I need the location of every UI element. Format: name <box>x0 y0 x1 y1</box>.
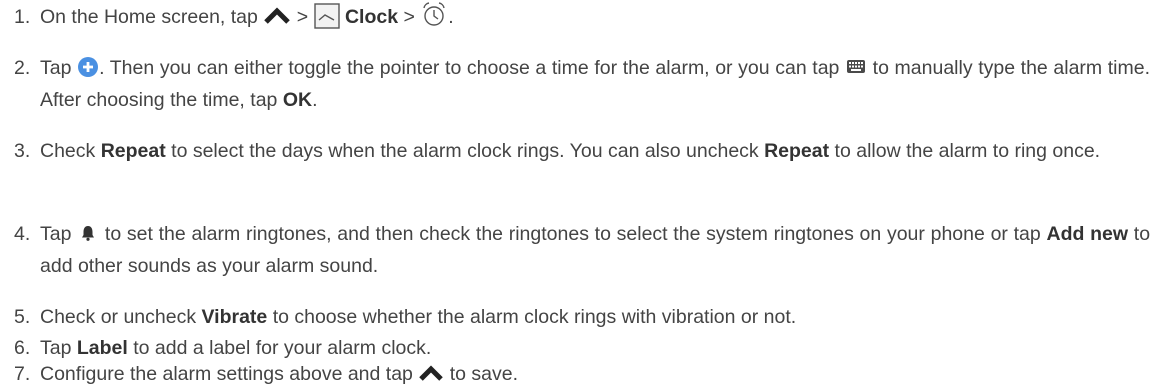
text-run: > <box>296 6 309 28</box>
step-text: Configure the alarm settings above and t… <box>40 358 1150 390</box>
text-run: Check <box>40 140 96 162</box>
bold-term: Vibrate <box>201 306 268 328</box>
text-run: to choose whether the alarm clock rings … <box>272 306 797 328</box>
step-2: 2. Tap . Then you can either toggle the … <box>0 52 1150 116</box>
step-text: Tap . Then you can either toggle the poi… <box>40 52 1150 116</box>
step-number: 4. <box>14 223 31 245</box>
bold-term: Label <box>76 337 128 359</box>
text-run: > <box>403 6 415 28</box>
text-run: Tap <box>40 223 72 245</box>
text-run: to set the alarm ringtones, and then che… <box>104 223 1041 245</box>
step-number: 3. <box>14 140 31 162</box>
bold-term: Repeat <box>100 140 166 162</box>
step-number: 5. <box>14 306 31 328</box>
bold-term: Add new <box>1046 223 1129 245</box>
chevron-up-icon <box>263 6 291 26</box>
text-run: Configure the alarm settings above and t… <box>40 363 413 385</box>
text-run: . Then you can either toggle the pointer… <box>99 57 840 79</box>
text-run: to add a label for your alarm clock. <box>133 337 432 359</box>
text-run: . <box>312 89 318 111</box>
text-run: to select the days when the alarm clock … <box>171 140 759 162</box>
text-run: Tap <box>40 57 72 79</box>
bold-term: Repeat <box>764 140 830 162</box>
text-run: to allow the alarm to ring once. <box>834 140 1101 162</box>
step-number: 2. <box>14 57 31 79</box>
step-text: Tap to set the alarm ringtones, and then… <box>40 218 1150 282</box>
bold-term: Clock <box>344 6 399 28</box>
bell-icon <box>81 225 95 241</box>
keyboard-icon <box>847 60 866 74</box>
bold-term: OK <box>282 89 313 111</box>
step-3: 3. Check Repeat to select the days when … <box>0 135 1150 167</box>
step-number: 7. <box>14 363 31 385</box>
text-run: . <box>448 6 454 28</box>
instruction-list: 1. On the Home screen, tap > Clock > . 2… <box>0 0 1158 390</box>
step-4: 4. Tap to set the alarm ringtones, and t… <box>0 218 1150 282</box>
step-text: Check Repeat to select the days when the… <box>40 135 1150 167</box>
step-5: 5. Check or uncheck Vibrate to choose wh… <box>0 301 1150 333</box>
add-circle-icon <box>77 56 99 78</box>
text-run: Tap <box>40 337 72 359</box>
step-7: 7. Configure the alarm settings above an… <box>0 358 1150 390</box>
step-1: 1. On the Home screen, tap > Clock > . <box>0 1 1150 33</box>
step-text: Check or uncheck Vibrate to choose wheth… <box>40 301 1150 333</box>
text-run: Check or uncheck <box>40 306 197 328</box>
text-run: On the Home screen, tap <box>40 6 258 28</box>
clock-app-icon <box>313 3 340 29</box>
chevron-up-icon <box>418 364 444 382</box>
alarm-clock-icon <box>420 0 448 28</box>
step-text: On the Home screen, tap > Clock > . <box>40 1 1150 33</box>
text-run: to save. <box>449 363 519 385</box>
step-number: 1. <box>14 6 31 28</box>
